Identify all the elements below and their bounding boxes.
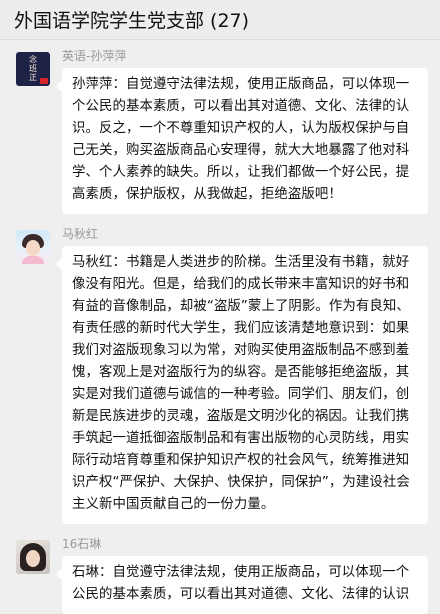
- message-item: 马秋红 马秋红：书籍是人类进步的阶梯。生活里没有书籍，就好像没有阳光。但是，给我…: [0, 224, 440, 524]
- message-list[interactable]: 念 班 正 英语-孙萍萍 孙萍萍：自觉遵守法律法规，使用正版商品，可以体现一个公…: [0, 40, 440, 614]
- avatar[interactable]: [16, 230, 50, 264]
- chat-title: 外国语学院学生党支部 (27): [14, 10, 250, 32]
- message-bubble[interactable]: 石琳：自觉遵守法律法规，使用正版商品，可以体现一个公民的基本素质，可以看出其对道…: [56, 556, 428, 614]
- avatar-char: 班: [29, 64, 37, 73]
- seal-mark: [40, 78, 48, 84]
- avatar-char: 念: [29, 55, 37, 64]
- message-item: 念 班 正 英语-孙萍萍 孙萍萍：自觉遵守法律法规，使用正版商品，可以体现一个公…: [0, 46, 440, 214]
- avatar[interactable]: 念 班 正: [16, 52, 50, 86]
- avatar-body: [22, 256, 44, 264]
- message-content: 16石琳 石琳：自觉遵守法律法规，使用正版商品，可以体现一个公民的基本素质，可以…: [56, 534, 428, 614]
- sender-name: 16石琳: [62, 537, 102, 551]
- message-content: 马秋红 马秋红：书籍是人类进步的阶梯。生活里没有书籍，就好像没有阳光。但是，给我…: [56, 224, 428, 524]
- avatar[interactable]: [16, 540, 50, 574]
- message-content: 英语-孙萍萍 孙萍萍：自觉遵守法律法规，使用正版商品，可以体现一个公民的基本素质…: [56, 46, 428, 214]
- sender-name: 英语-孙萍萍: [62, 49, 127, 63]
- avatar-face: [26, 550, 40, 567]
- avatar-face: [26, 240, 40, 256]
- chat-header: 外国语学院学生党支部 (27): [0, 0, 440, 40]
- sender-name: 马秋红: [62, 227, 99, 241]
- message-bubble[interactable]: 马秋红：书籍是人类进步的阶梯。生活里没有书籍，就好像没有阳光。但是，给我们的成长…: [56, 246, 428, 524]
- message-bubble[interactable]: 孙萍萍：自觉遵守法律法规，使用正版商品，可以体现一个公民的基本素质，可以看出其对…: [56, 68, 428, 214]
- message-item: 16石琳 石琳：自觉遵守法律法规，使用正版商品，可以体现一个公民的基本素质，可以…: [0, 534, 440, 614]
